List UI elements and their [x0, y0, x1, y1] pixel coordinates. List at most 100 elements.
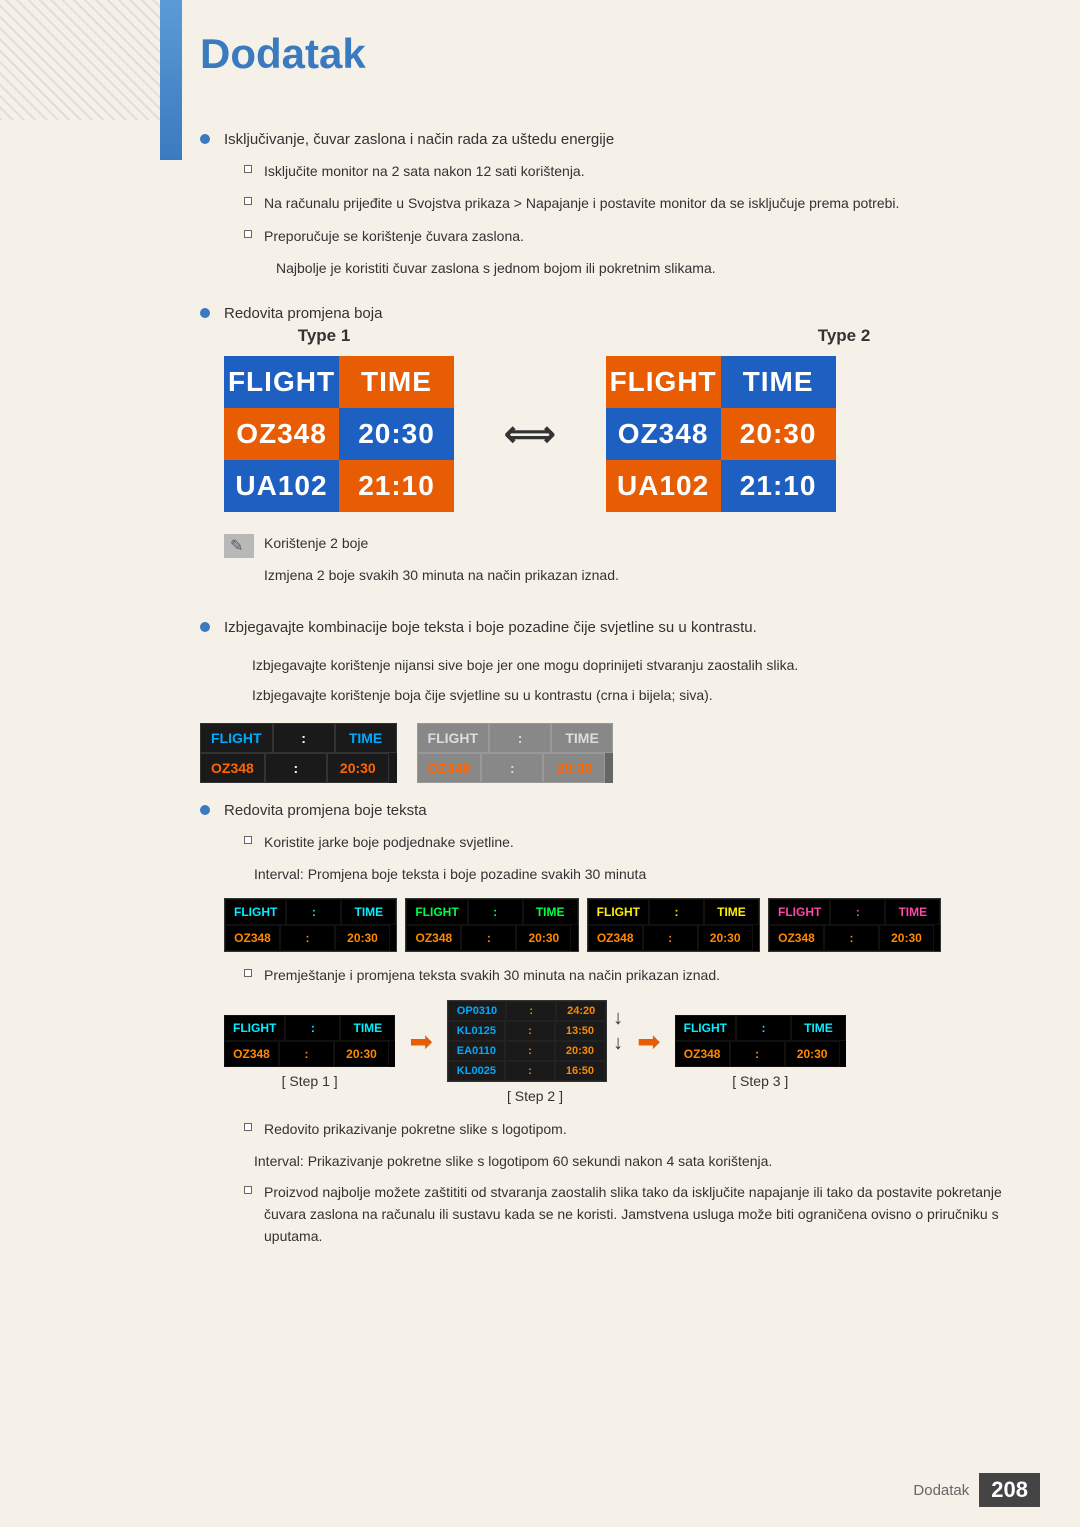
s1-oz: OZ348 — [224, 1041, 279, 1067]
cv1-time: TIME — [341, 899, 396, 925]
step2-board: OP0310 : 24:20 KL0125 : 13:50 — [447, 1000, 607, 1082]
bullet-text-4: Redovita promjena boje teksta — [224, 799, 1040, 823]
sub-square — [244, 230, 252, 238]
type2-label: Type 2 — [744, 326, 944, 346]
small-gray-flight: FLIGHT — [417, 723, 490, 753]
flight-row1-right-2: 20:30 — [721, 408, 836, 460]
flight-row1-left-2: OZ348 — [606, 408, 721, 460]
step-item-1: FLIGHT : TIME OZ348 : 20:30 [ Step 1 ] — [224, 1015, 395, 1089]
page-title: Dodatak — [200, 30, 1040, 78]
flight-row2-left-2: UA102 — [606, 460, 721, 512]
sub-square — [244, 165, 252, 173]
flight-header-right-2: TIME — [721, 356, 836, 408]
s1-sep1: : — [285, 1015, 340, 1041]
cv4-time-val: 20:30 — [879, 925, 934, 951]
s1-time-val: 20:30 — [334, 1041, 389, 1067]
cv3-time-val: 20:30 — [698, 925, 753, 951]
s1-flight: FLIGHT — [224, 1015, 285, 1041]
mid-r1c1: OP0310 — [448, 1001, 506, 1021]
arrow-down-icon-1: ↓ — [613, 1007, 623, 1030]
sub-item-4c: Redovito prikazivanje pokretne slike s l… — [244, 1118, 1040, 1140]
step3-board: FLIGHT : TIME OZ348 : 20:30 — [675, 1015, 846, 1067]
sub-square — [244, 969, 252, 977]
sub-square — [244, 1123, 252, 1131]
type1-label: Type 1 — [224, 326, 424, 346]
flight-display-container: FLIGHT TIME OZ348 20:30 UA102 21:10 ⟺ — [224, 356, 1040, 512]
sub-item-1c: Preporučuje se korištenje čuvara zaslona… — [244, 225, 899, 247]
top-decoration — [0, 0, 160, 120]
cv1-time-val: 20:30 — [335, 925, 390, 951]
sub-square — [244, 1186, 252, 1194]
s3-sep2: : — [730, 1041, 785, 1067]
s1-time: TIME — [340, 1015, 395, 1041]
footer-page-number: 208 — [979, 1473, 1040, 1507]
arrow-down-icon-2: ↓ — [613, 1032, 623, 1055]
bullet-item-3: Izbjegavajte kombinacije boje teksta i b… — [200, 616, 1040, 640]
cv4-sep2: : — [824, 925, 879, 951]
small-dark-time: TIME — [335, 723, 397, 753]
cv3-sep2: : — [643, 925, 698, 951]
small-gray-time: TIME — [551, 723, 613, 753]
small-dark-time-val: 20:30 — [327, 753, 389, 783]
sub-square — [244, 836, 252, 844]
sub-item-1b: Na računalu prijeđite u Svojstva prikaza… — [244, 192, 899, 214]
mid-r2c3: 13:50 — [555, 1021, 605, 1041]
bullet-dot — [200, 308, 210, 318]
step-boards-row: FLIGHT : TIME OZ348 : 20:30 [ Step 1 ] — [224, 1000, 1040, 1104]
s3-time: TIME — [791, 1015, 846, 1041]
small-gray-sep-2: : — [481, 753, 543, 783]
color-boards-row: FLIGHT : TIME OZ348 : 20:30 FLI — [224, 898, 1040, 952]
flight-row2-right-2: 21:10 — [721, 460, 836, 512]
cv1-sep1: : — [286, 899, 341, 925]
note-text: Korištenje 2 boje — [264, 532, 368, 554]
cv3-time: TIME — [704, 899, 759, 925]
flight-header-left-2: FLIGHT — [606, 356, 721, 408]
mid-r4c2: : — [505, 1061, 555, 1081]
cv3-flight: FLIGHT — [588, 899, 649, 925]
cv4-sep1: : — [830, 899, 885, 925]
sub-item-4b: Premještanje i promjena teksta svakih 30… — [244, 964, 1040, 986]
footer-label: Dodatak — [913, 1482, 969, 1499]
sub-text-1b: Na računalu prijeđite u Svojstva prikaza… — [264, 192, 899, 214]
cv2-time: TIME — [523, 899, 578, 925]
cv1-oz: OZ348 — [225, 925, 280, 951]
bullet-item-4: Redovita promjena boje teksta Koristite … — [200, 799, 1040, 1258]
cv4-flight: FLIGHT — [769, 899, 830, 925]
flight-row1-right-1: 20:30 — [339, 408, 454, 460]
mid-r2c2: : — [505, 1021, 555, 1041]
cv4-time: TIME — [885, 899, 940, 925]
step3-label: [ Step 3 ] — [732, 1073, 788, 1089]
small-gray-sep-1: : — [489, 723, 551, 753]
arrow-down-container: ↓ ↓ — [613, 1007, 623, 1055]
sub-text-4a: Koristite jarke boje podjednake svjetlin… — [264, 831, 514, 853]
sub-item-4d: Proizvod najbolje možete zaštititi od st… — [244, 1181, 1040, 1248]
indent-text-3b: Izbjegavajte korištenje boja čije svjetl… — [252, 684, 1040, 706]
note-indent: Izmjena 2 boje svakih 30 minuta na način… — [264, 564, 1040, 586]
indent-text-4a: Interval: Promjena boje teksta i boje po… — [254, 863, 1040, 885]
s3-flight: FLIGHT — [675, 1015, 736, 1041]
small-dark-sep-1: : — [273, 723, 335, 753]
flight-header-left-1: FLIGHT — [224, 356, 339, 408]
step-item-2: OP0310 : 24:20 KL0125 : 13:50 — [447, 1000, 623, 1104]
cv2-flight: FLIGHT — [406, 899, 467, 925]
small-board-dark: FLIGHT : TIME OZ348 : 20:30 — [200, 723, 397, 783]
indent-text-3a: Izbjegavajte korištenje nijansi sive boj… — [252, 654, 1040, 676]
color-board-v1: FLIGHT : TIME OZ348 : 20:30 — [224, 898, 397, 952]
mid-r1c2: : — [506, 1001, 556, 1021]
step2-label: [ Step 2 ] — [507, 1088, 563, 1104]
mid-r2c1: KL0125 — [448, 1021, 505, 1041]
bullet-dot — [200, 622, 210, 632]
note-row: Korištenje 2 boje — [224, 532, 1040, 558]
small-dark-oz: OZ348 — [200, 753, 265, 783]
bullet-text-1: Isključivanje, čuvar zaslona i način rad… — [224, 128, 899, 152]
mid-r1c3: 24:20 — [556, 1001, 606, 1021]
small-dark-flight: FLIGHT — [200, 723, 273, 753]
small-gray-oz: OZ348 — [417, 753, 482, 783]
type-labels: Type 1 Type 2 — [224, 326, 1040, 346]
mid-r3c2: : — [505, 1041, 555, 1061]
cv3-sep1: : — [649, 899, 704, 925]
arrow-right-icon-2: ➡ — [637, 1025, 660, 1058]
bullet-dot — [200, 805, 210, 815]
flight-board-type1: FLIGHT TIME OZ348 20:30 UA102 21:10 — [224, 356, 454, 512]
flight-row1-left-1: OZ348 — [224, 408, 339, 460]
